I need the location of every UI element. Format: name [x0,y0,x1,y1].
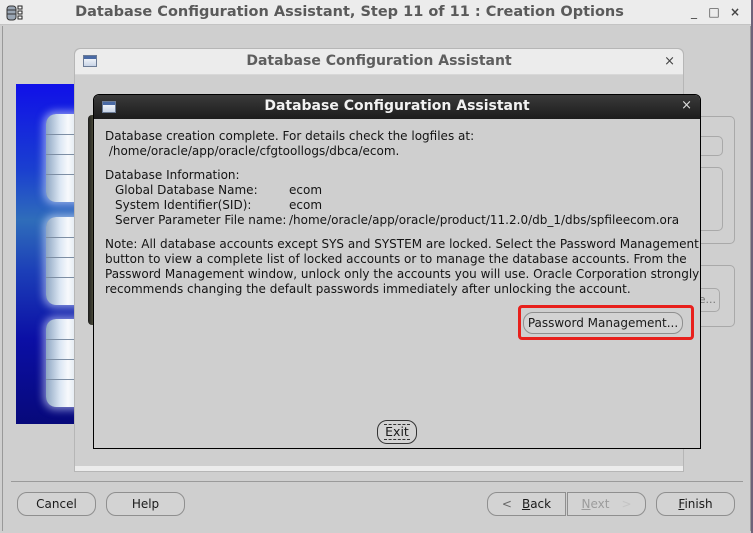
main-title-bar[interactable]: Database Configuration Assistant, Step 1… [0,0,753,25]
info-label: System Identifier(SID): [115,198,252,212]
info-value: ecom [289,198,323,212]
finish-label: inish [684,497,713,511]
cancel-button[interactable]: Cancel [17,492,96,516]
note-line: recommends changing the default password… [105,282,631,296]
close-window-button[interactable]: × [727,4,743,20]
nav-separator [11,481,743,482]
completion-dialog-close-icon[interactable]: × [681,98,692,113]
back-button[interactable]: < Back [487,492,566,516]
database-cylinder-icon [46,319,74,407]
dialog-bottom-edge [75,466,683,471]
info-label: Server Parameter File name: [115,213,287,227]
focus-ring [384,424,410,440]
completion-dialog-title: Database Configuration Assistant [264,98,530,114]
info-value: /home/oracle/app/oracle/product/11.2.0/d… [289,213,680,227]
background-dialog-title: Database Configuration Assistant [246,53,512,69]
next-button[interactable]: Next > [567,492,646,516]
info-row: Global Database Name: ecom [105,183,692,198]
info-row: System Identifier(SID): ecom [105,198,692,213]
note-line: button to view a complete list of locked… [105,252,687,266]
completion-dialog: Database Configuration Assistant × Datab… [93,94,701,449]
database-banner-image [16,84,74,424]
logfile-path: /home/oracle/app/oracle/cfgtoollogs/dbca… [105,144,400,158]
info-label: Global Database Name: [115,183,258,197]
help-button[interactable]: Help [106,492,185,516]
database-information: Database Information: Global Database Na… [105,168,692,228]
next-label: ext [590,497,610,511]
note-text: Note: All database accounts except SYS a… [105,237,700,297]
back-label: ack [530,497,552,511]
completion-message: Database creation complete. For details … [105,129,475,143]
minimize-button[interactable]: _ [686,4,702,20]
background-dialog-title-bar[interactable]: Database Configuration Assistant × [75,49,683,75]
note-line: Password Management window, unlock only … [105,267,700,281]
info-row: Server Parameter File name: /home/oracle… [105,213,692,228]
password-management-button[interactable]: Password Management... [523,312,683,334]
background-dialog-close-icon[interactable]: × [664,54,675,69]
maximize-button[interactable]: □ [706,4,722,20]
exit-button[interactable]: Exit [377,420,417,444]
back-mnemonic: B [521,497,531,511]
main-window-title: Database Configuration Assistant, Step 1… [75,4,624,20]
database-cylinder-icon [46,114,74,202]
finish-button[interactable]: Finish [656,492,735,516]
completion-dialog-title-bar[interactable]: Database Configuration Assistant × [94,95,700,119]
info-value: ecom [289,183,323,197]
database-cylinder-icon [46,217,74,305]
info-heading: Database Information: [105,168,240,182]
note-line: Note: All database accounts except SYS a… [105,237,699,251]
chevron-right-icon: > [621,497,632,511]
chevron-left-icon: < [501,497,512,511]
